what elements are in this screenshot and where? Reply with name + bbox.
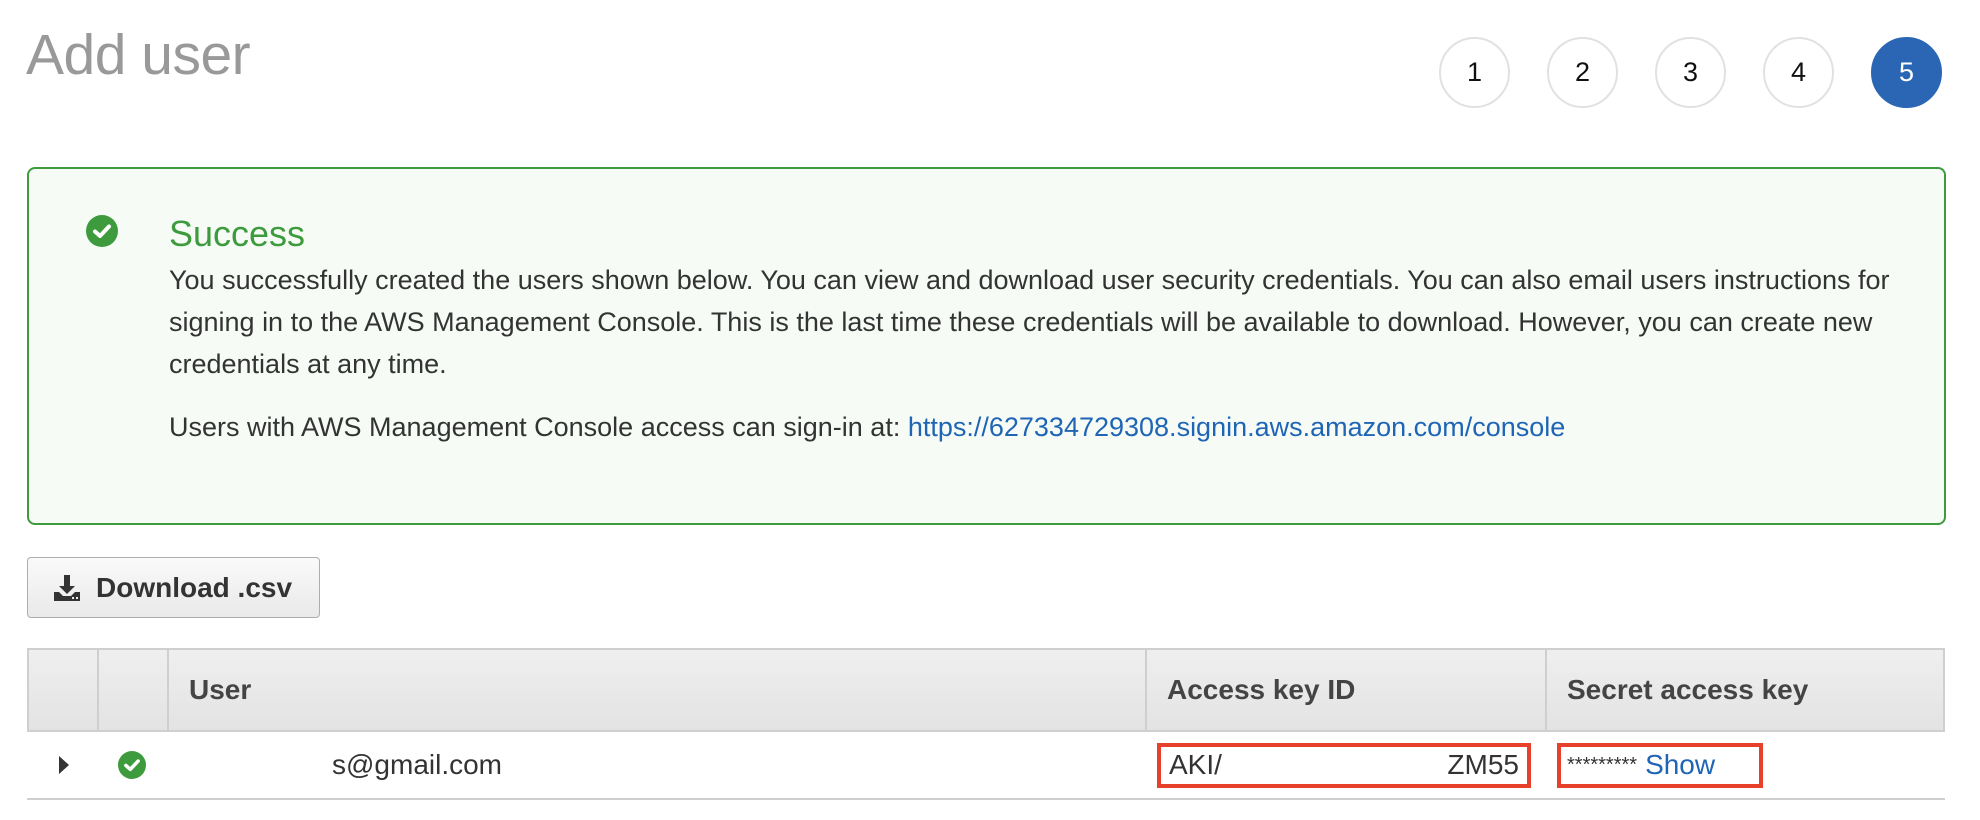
signin-url-link[interactable]: https://627334729308.signin.aws.amazon.c… [908, 412, 1565, 442]
access-key-cell: AKI/ ZM55 [1145, 732, 1545, 798]
expand-cell[interactable] [27, 732, 97, 798]
column-header-secret-access-key[interactable]: Secret access key [1547, 650, 1943, 730]
column-header-expand [29, 650, 99, 730]
step-2[interactable]: 2 [1547, 37, 1618, 108]
page-title: Add user [26, 23, 251, 87]
secret-key-highlight: ********* Show [1557, 742, 1763, 788]
table-row: s@gmail.com AKI/ ZM55 ********* Show [27, 732, 1945, 800]
column-header-access-key-id[interactable]: Access key ID [1147, 650, 1547, 730]
access-key-prefix: AKI/ [1169, 749, 1222, 780]
success-alert: Success You successfully created the use… [27, 167, 1946, 525]
status-cell [97, 732, 167, 798]
user-cell: s@gmail.com [332, 749, 503, 780]
download-csv-label: Download .csv [96, 571, 293, 603]
table-header: User Access key ID Secret access key [27, 648, 1945, 732]
show-secret-link[interactable]: Show [1645, 749, 1715, 781]
alert-title: Success [169, 213, 306, 254]
step-3[interactable]: 3 [1655, 37, 1726, 108]
step-1[interactable]: 1 [1439, 37, 1510, 108]
wizard-stepper: 1 2 3 4 5 [1439, 37, 1942, 108]
download-icon [54, 574, 80, 601]
check-circle-icon [86, 215, 118, 247]
step-4[interactable]: 4 [1763, 37, 1834, 108]
secret-key-cell: ********* Show [1545, 732, 1945, 798]
column-header-user[interactable]: User [169, 650, 1147, 730]
signin-info: Users with AWS Management Console access… [169, 406, 1565, 448]
alert-message: You successfully created the users shown… [169, 265, 1890, 379]
check-circle-icon [118, 751, 146, 779]
download-csv-button[interactable]: Download .csv [27, 557, 320, 618]
credentials-table: User Access key ID Secret access key s@g… [27, 648, 1945, 800]
caret-right-icon[interactable] [58, 756, 70, 774]
step-5-active[interactable]: 5 [1871, 37, 1942, 108]
secret-key-masked: ********* [1567, 753, 1638, 776]
signin-prefix: Users with AWS Management Console access… [169, 412, 908, 442]
access-key-suffix: ZM55 [1447, 749, 1519, 780]
column-header-status [99, 650, 169, 730]
access-key-highlight: AKI/ ZM55 [1157, 742, 1531, 788]
